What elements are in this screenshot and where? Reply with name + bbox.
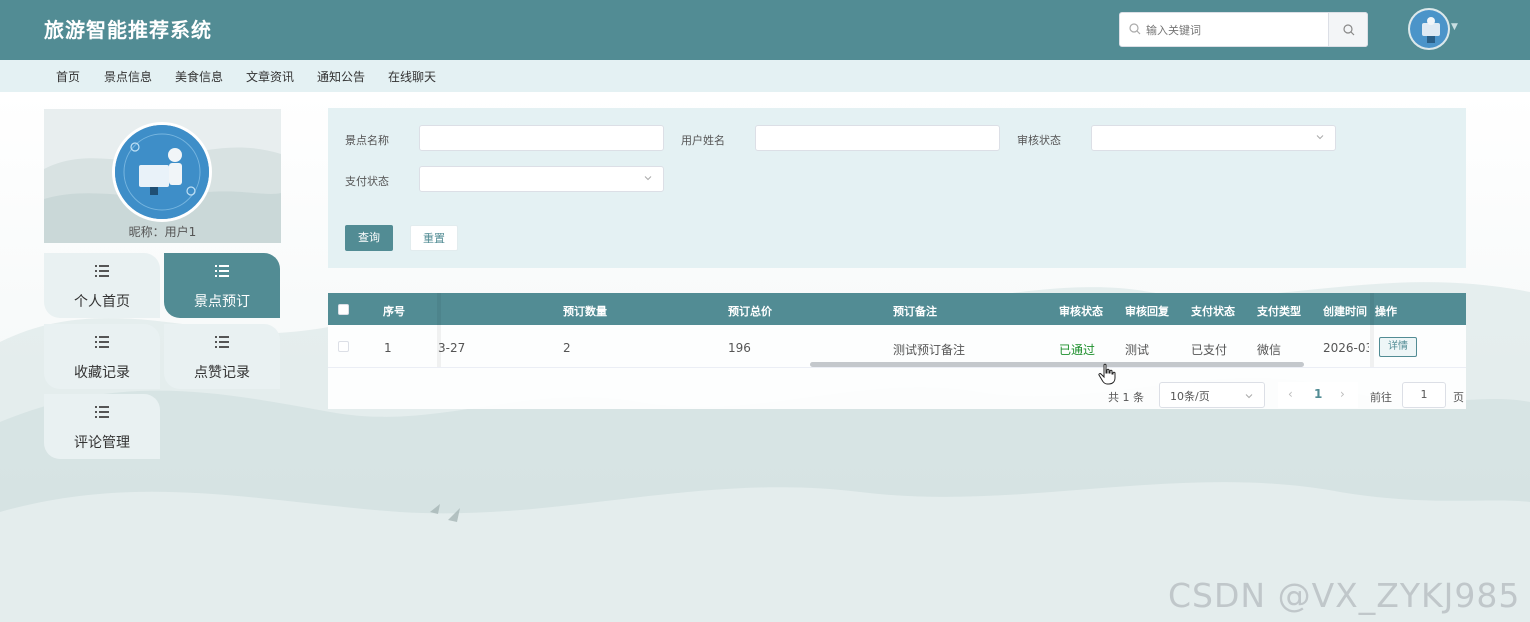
user-name-input[interactable] [755, 125, 1000, 151]
nav-item-articles[interactable]: 文章资讯 [246, 68, 294, 85]
side-menu-label: 收藏记录 [74, 365, 130, 381]
current-page[interactable]: 1 [1314, 387, 1322, 401]
side-menu-item-booking[interactable]: 景点预订 [164, 253, 280, 318]
row-divider [328, 367, 1466, 368]
cell-created: 2026-03 [1323, 341, 1369, 355]
pay-status-select[interactable] [419, 166, 664, 192]
page-size-value: 10条/页 [1170, 390, 1210, 403]
prev-page-icon[interactable]: ‹ [1288, 387, 1293, 401]
nav-item-food[interactable]: 美食信息 [175, 68, 223, 85]
search-button[interactable] [1328, 12, 1368, 47]
site-title: 旅游智能推荐系统 [44, 18, 212, 42]
side-menu-label: 点赞记录 [194, 365, 250, 381]
audit-status-select[interactable] [1091, 125, 1336, 151]
page-size-select[interactable]: 10条/页 [1159, 382, 1265, 408]
search-icon [1343, 24, 1355, 36]
pager-nav: ‹ 1 › [1278, 382, 1358, 408]
cell-pay-type: 微信 [1257, 343, 1282, 357]
watermark-text: CSDN @VX_ZYKJ985 [1168, 576, 1521, 615]
side-menu-item-likes[interactable]: 点赞记录 [164, 324, 280, 389]
cell-pay-status: 已支付 [1191, 343, 1228, 357]
list-icon [215, 336, 229, 348]
list-icon [95, 265, 109, 277]
audit-status-label: 审核状态 [1017, 134, 1061, 147]
goto-page-input[interactable]: 1 [1402, 382, 1446, 408]
search-input[interactable] [1146, 20, 1326, 40]
detail-button[interactable]: 详情 [1379, 337, 1417, 357]
table-header: 序号 ​​ 预订数量 预订总价 预订备注 审核状态 审核回复 支付状态 支付类型… [328, 293, 1466, 325]
pager-total: 共 1 条 [1108, 391, 1144, 404]
select-all-checkbox[interactable] [338, 304, 349, 315]
col-index: 序号 [383, 305, 405, 318]
col-note: 预订备注 [893, 305, 937, 318]
query-button[interactable]: 查询 [345, 225, 393, 251]
list-icon [95, 336, 109, 348]
side-menu-label: 景点预订 [194, 294, 250, 310]
avatar-image [1410, 10, 1448, 48]
list-icon [215, 265, 229, 277]
side-menu-item-profile[interactable]: 个人首页 [44, 253, 160, 318]
chevron-down-icon [1316, 135, 1324, 140]
goto-label: 前往 [1370, 391, 1392, 404]
main-nav: 首页 景点信息 美食信息 文章资讯 通知公告 在线聊天 [0, 60, 1530, 92]
user-name-label: 用户姓名 [681, 134, 725, 147]
cell-qty: 2 [563, 341, 571, 355]
chevron-down-icon [1245, 394, 1253, 399]
profile-avatar[interactable] [112, 122, 212, 222]
cell-audit-status: 已通过 [1059, 343, 1096, 357]
row-checkbox[interactable] [338, 341, 349, 352]
side-menu-label: 个人首页 [74, 294, 130, 310]
side-menu-item-favorites[interactable]: 收藏记录 [44, 324, 160, 389]
col-pay: 支付状态 [1191, 305, 1235, 318]
top-header: 旅游智能推荐系统 ▼ [0, 0, 1530, 60]
cell-index: 1 [384, 341, 392, 355]
col-audit: 审核状态 [1059, 305, 1103, 318]
side-menu-item-comments[interactable]: 评论管理 [44, 394, 160, 459]
nav-item-chat[interactable]: 在线聊天 [388, 68, 436, 85]
col-action: 操作 [1375, 305, 1397, 318]
cell-total: 196 [728, 341, 751, 355]
cell-note: 测试预订备注 [893, 343, 966, 357]
chevron-down-icon[interactable]: ▼ [1451, 22, 1458, 32]
robot-avatar-image [115, 125, 209, 219]
spot-name-input[interactable] [419, 125, 664, 151]
col-qty: 预订数量 [563, 305, 607, 318]
spot-name-label: 景点名称 [345, 134, 389, 147]
side-menu-label: 评论管理 [74, 435, 130, 451]
page-suffix: 页 [1453, 391, 1464, 404]
fixed-column-divider [437, 293, 441, 367]
chevron-down-icon [644, 176, 652, 181]
cell-reply: 测试 [1125, 343, 1150, 357]
col-reply: 审核回复 [1125, 305, 1169, 318]
search-icon [1129, 23, 1141, 35]
filter-panel: 景点名称 用户姓名 审核状态 支付状态 查询 重置 [328, 108, 1466, 268]
col-total: 预订总价 [728, 305, 772, 318]
cell-date: 3-27 [438, 341, 466, 355]
fixed-column-divider [1370, 293, 1374, 367]
col-pay-type: 支付类型 [1257, 305, 1301, 318]
nav-item-notices[interactable]: 通知公告 [317, 68, 365, 85]
user-avatar[interactable] [1408, 8, 1450, 50]
hand-cursor-icon [1098, 363, 1116, 385]
nav-item-home[interactable]: 首页 [56, 68, 80, 85]
next-page-icon[interactable]: › [1340, 387, 1345, 401]
profile-nickname: 昵称：用户1 [128, 225, 197, 239]
col-created: 创建时间 [1323, 305, 1367, 318]
reset-button[interactable]: 重置 [410, 225, 458, 251]
list-icon [95, 406, 109, 418]
nav-item-spots[interactable]: 景点信息 [104, 68, 152, 85]
profile-card: 昵称：用户1 [44, 109, 281, 243]
pay-status-label: 支付状态 [345, 175, 389, 188]
